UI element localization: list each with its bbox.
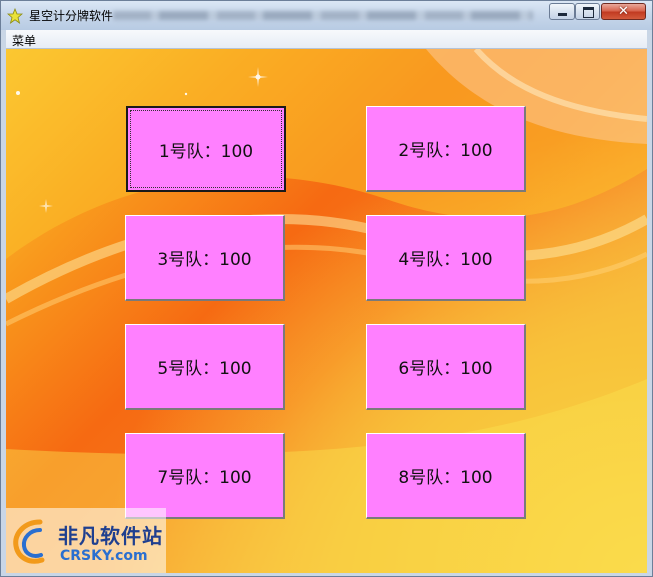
maximize-icon <box>583 7 594 18</box>
window-title: 星空计分牌软件 <box>29 9 114 23</box>
maximize-button[interactable] <box>575 3 600 20</box>
watermark-name-en: CRSKY.com <box>60 548 148 564</box>
menu-bar: 菜单 <box>6 30 647 49</box>
team-8-button[interactable]: 8号队：100 <box>366 433 526 519</box>
team-1-button[interactable]: 1号队：100 <box>126 106 286 192</box>
team-7-button[interactable]: 7号队：100 <box>125 433 285 519</box>
close-icon: ✕ <box>618 4 629 19</box>
close-button[interactable]: ✕ <box>601 3 646 20</box>
watermark: 非凡软件站 CRSKY.com <box>6 508 166 573</box>
background-art <box>6 49 647 573</box>
minimize-button[interactable] <box>549 3 575 20</box>
app-window: 星空计分牌软件 ✕ 菜单 1号队：100 2号队：100 3号队：100 4号队… <box>0 0 653 577</box>
scoreboard-area: 1号队：100 2号队：100 3号队：100 4号队：100 5号队：100 … <box>6 49 647 573</box>
team-2-button[interactable]: 2号队：100 <box>366 106 526 192</box>
team-6-button[interactable]: 6号队：100 <box>366 324 526 410</box>
watermark-name-cn: 非凡软件站 <box>58 524 163 548</box>
team-4-button[interactable]: 4号队：100 <box>366 215 526 301</box>
minimize-icon <box>558 13 567 16</box>
team-3-button[interactable]: 3号队：100 <box>125 215 285 301</box>
blurred-title-region <box>113 11 533 20</box>
star-icon <box>7 8 23 24</box>
title-bar[interactable]: 星空计分牌软件 ✕ <box>1 1 652 30</box>
crsky-logo-icon <box>13 519 45 564</box>
menu-item-main[interactable]: 菜单 <box>12 32 36 49</box>
team-5-button[interactable]: 5号队：100 <box>125 324 285 410</box>
